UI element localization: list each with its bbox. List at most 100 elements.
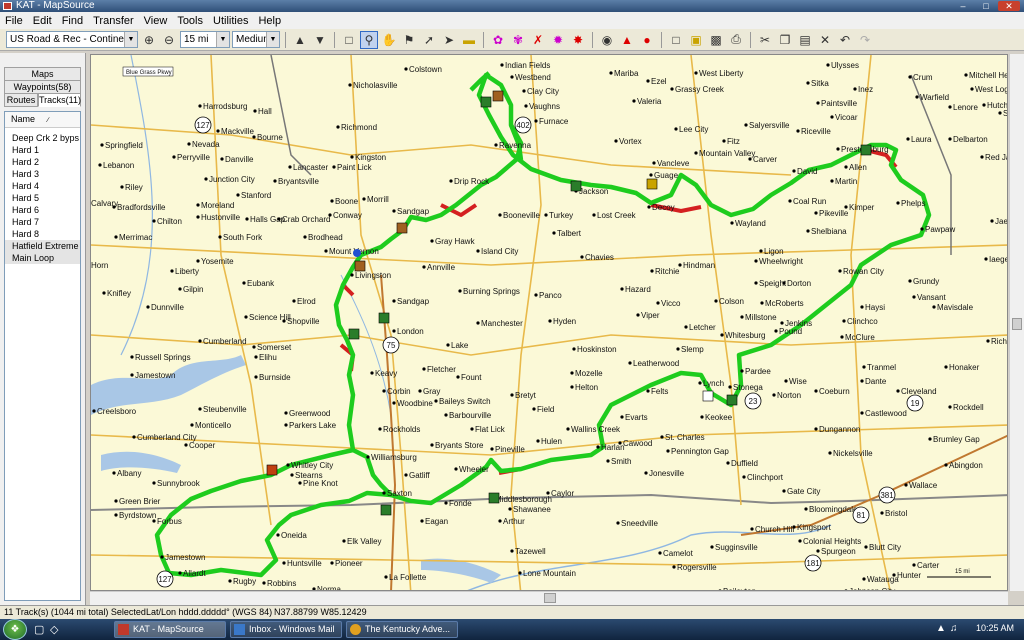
zoom-tool-icon[interactable]: ⚲ <box>360 30 378 49</box>
map-view[interactable]: Colstown Indian Fields Mariba West Liberty U… <box>90 54 1008 591</box>
city-label: Tranmel <box>867 363 896 372</box>
draw-track-icon[interactable]: ✾ <box>509 31 527 49</box>
tab-tracks[interactable]: Tracks(11) <box>38 93 81 107</box>
horizontal-scrollbar[interactable] <box>90 591 1008 605</box>
map-product-select[interactable]: US Road & Rec - Continental US▼ <box>6 31 138 48</box>
list-item[interactable]: Main Loop <box>5 252 80 264</box>
city-dot <box>844 205 848 209</box>
menu-view[interactable]: View <box>139 15 173 27</box>
scroll-thumb[interactable] <box>1012 318 1022 330</box>
task-mapsource[interactable]: KAT - MapSource <box>114 621 226 638</box>
join-track-icon[interactable]: ✸ <box>569 31 587 49</box>
menu-tools[interactable]: Tools <box>172 15 208 27</box>
waypoint-tool-icon[interactable]: ⚑ <box>400 31 418 49</box>
measure-tool-icon[interactable]: ▬ <box>460 31 478 49</box>
city-dot <box>880 511 884 515</box>
list-item[interactable]: Hatfield Extreme <box>5 240 80 252</box>
menu-help[interactable]: Help <box>253 15 286 27</box>
city-label: Ravenna <box>499 141 532 150</box>
task-browser[interactable]: The Kentucky Adve... <box>346 621 458 638</box>
city-dot <box>694 151 698 155</box>
map-canvas[interactable]: Colstown Indian Fields Mariba West Liberty U… <box>91 55 1008 591</box>
list-item[interactable]: Hard 8 <box>5 228 80 240</box>
delete-icon[interactable]: ✕ <box>816 31 834 49</box>
open-icon[interactable]: ▣ <box>687 31 705 49</box>
city-dot <box>170 269 174 273</box>
city-label: Pineville <box>495 445 525 454</box>
city-label: London <box>397 327 424 336</box>
city-dot <box>826 63 830 67</box>
show-desktop-icon[interactable]: ▢ <box>34 623 44 636</box>
city-dot <box>636 313 640 317</box>
menu-file[interactable]: File <box>0 15 28 27</box>
maximize-button[interactable]: □ <box>975 1 997 11</box>
find-places-icon[interactable]: ▲ <box>618 31 636 49</box>
hand-tool-icon[interactable]: ✋ <box>380 31 398 49</box>
list-item[interactable]: Hard 3 <box>5 168 80 180</box>
new-icon[interactable]: □ <box>667 31 685 49</box>
city-dot <box>172 155 176 159</box>
track-tool-icon[interactable]: ✿ <box>489 31 507 49</box>
print-icon[interactable]: ⎙ <box>727 31 745 49</box>
quicklaunch-icon[interactable]: ◇ <box>50 623 58 636</box>
scroll-thumb[interactable] <box>544 593 556 603</box>
detail-select[interactable]: Medium ▼ <box>232 31 280 48</box>
window-title: KAT - MapSource <box>16 0 95 11</box>
save-icon[interactable]: ▩ <box>707 31 725 49</box>
start-button[interactable]: ❖ <box>3 619 27 640</box>
divide-track-icon[interactable]: ✹ <box>549 31 567 49</box>
receive-device-icon[interactable]: ▼ <box>311 31 329 49</box>
cut-icon[interactable]: ✂ <box>756 31 774 49</box>
undo-icon[interactable]: ↶ <box>836 31 854 49</box>
menu-find[interactable]: Find <box>57 15 88 27</box>
erase-track-icon[interactable]: ✗ <box>529 31 547 49</box>
menu-utilities[interactable]: Utilities <box>208 15 253 27</box>
list-item[interactable]: Hard 4 <box>5 180 80 192</box>
city-label: Middlesborough <box>495 495 552 504</box>
clock[interactable]: 10:25 AM <box>976 623 1014 633</box>
copy-icon[interactable]: ❐ <box>776 31 794 49</box>
city-dot <box>204 177 208 181</box>
city-dot <box>658 551 662 555</box>
zoom-out-icon[interactable]: ⊖ <box>160 31 178 49</box>
vertical-scrollbar[interactable] <box>1009 54 1024 591</box>
tab-waypoints[interactable]: Waypoints(58) <box>4 80 81 94</box>
minimize-button[interactable]: – <box>952 1 974 11</box>
tab-routes[interactable]: Routes <box>4 93 38 107</box>
menu-edit[interactable]: Edit <box>28 15 57 27</box>
city-label: Wayland <box>735 219 766 228</box>
city-label: Cumberland <box>203 337 247 346</box>
list-item[interactable]: Hard 7 <box>5 216 80 228</box>
paste-icon[interactable]: ▤ <box>796 31 814 49</box>
find-nearest-icon[interactable]: ● <box>638 31 656 49</box>
zoom-select[interactable]: 15 mi ▼ <box>180 31 230 48</box>
route-tool-icon[interactable]: ➚ <box>420 31 438 49</box>
city-label: Lake <box>451 341 469 350</box>
city-dot <box>284 411 288 415</box>
list-item[interactable]: Hard 6 <box>5 204 80 216</box>
close-button[interactable]: ✕ <box>998 1 1020 11</box>
list-item[interactable]: Hard 2 <box>5 156 80 168</box>
city-dot <box>920 227 924 231</box>
redo-icon[interactable]: ↷ <box>856 31 874 49</box>
column-header-name[interactable]: Name ∕ <box>5 112 80 128</box>
send-device-icon[interactable]: ▲ <box>291 31 309 49</box>
select-tool-icon[interactable]: ➤ <box>440 31 458 49</box>
volume-icon[interactable]: ♫ <box>950 623 958 634</box>
list-item[interactable]: Deep Crk 2 byps <box>5 132 80 144</box>
city-label: Cleveland <box>901 387 937 396</box>
city-label: Carter <box>917 561 940 570</box>
city-label: Brumley Gap <box>933 435 980 444</box>
menu-transfer[interactable]: Transfer <box>88 15 139 27</box>
list-item[interactable]: Hard 1 <box>5 144 80 156</box>
map-tool-icon[interactable]: □ <box>340 31 358 49</box>
tab-maps[interactable]: Maps <box>4 67 81 81</box>
city-label: Lancaster <box>293 163 328 172</box>
list-item[interactable]: Hard 5 <box>5 192 80 204</box>
find-icon[interactable]: ◉ <box>598 31 616 49</box>
zoom-in-icon[interactable]: ⊕ <box>140 31 158 49</box>
task-windows-mail[interactable]: Inbox - Windows Mail <box>230 621 342 638</box>
city-dot <box>92 409 96 413</box>
network-icon[interactable]: ▲ <box>936 623 946 634</box>
city-dot <box>748 157 752 161</box>
